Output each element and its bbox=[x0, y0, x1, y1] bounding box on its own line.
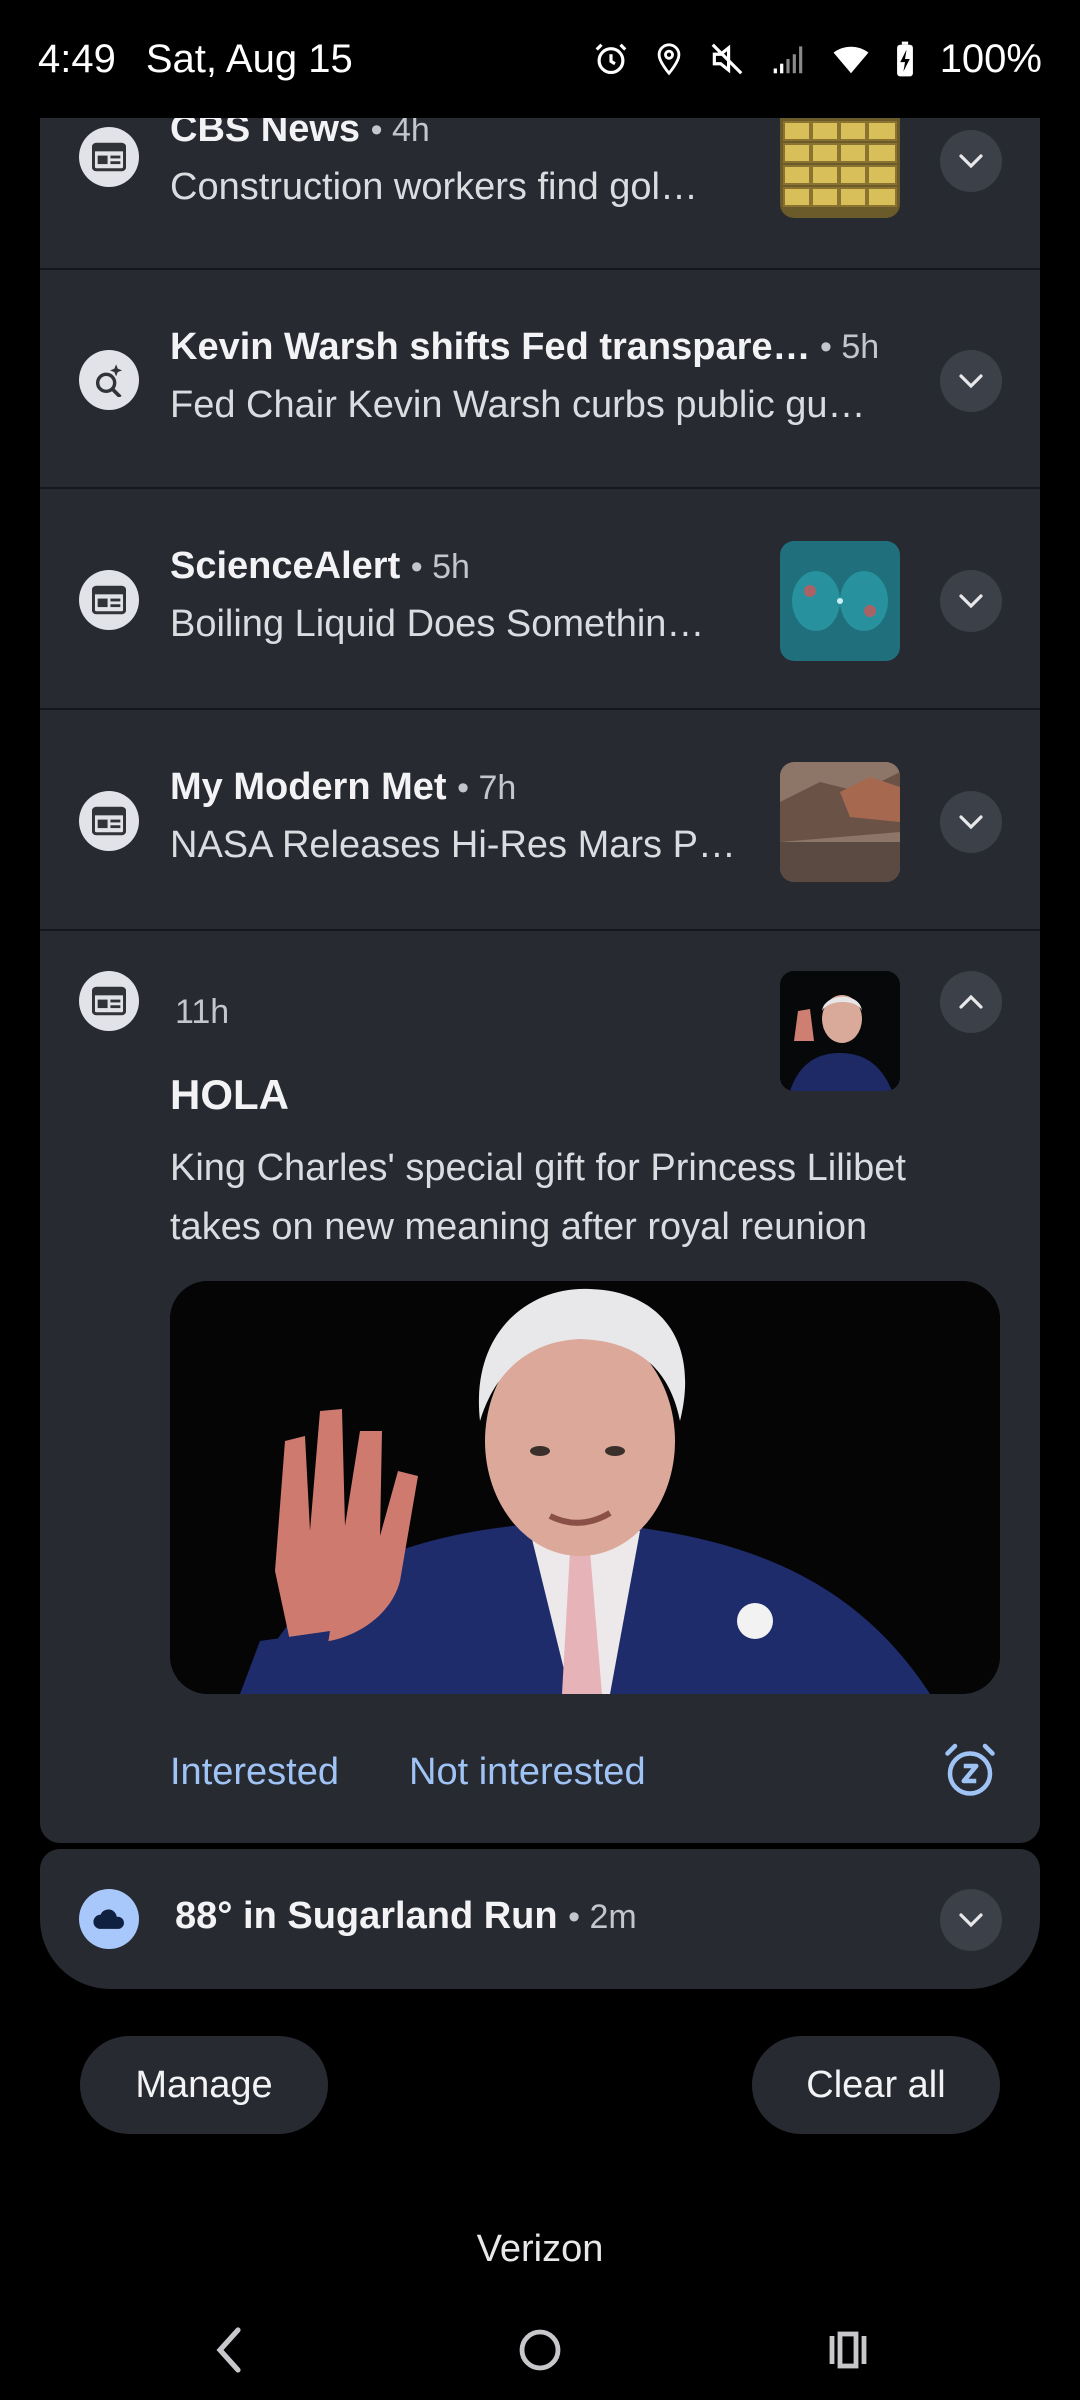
battery-charging-icon bbox=[896, 41, 913, 77]
notification-title-line: My Modern Met • 7h bbox=[170, 766, 516, 809]
location-icon bbox=[657, 43, 681, 76]
chevron-down-icon bbox=[959, 815, 983, 830]
notification-kevin-warsh[interactable]: Kevin Warsh shifts Fed transpare… • 5h F… bbox=[40, 270, 1040, 489]
not-interested-button[interactable]: Not interested bbox=[409, 1751, 646, 1794]
collapse-button[interactable] bbox=[940, 971, 1002, 1033]
clear-all-button[interactable]: Clear all bbox=[752, 2036, 1000, 2134]
wifi-icon bbox=[833, 46, 869, 74]
snooze-icon bbox=[945, 1743, 995, 1796]
notification-title-line: CBS News • 4h bbox=[170, 118, 430, 151]
notification-title-line: Kevin Warsh shifts Fed transpare… • 5h bbox=[170, 326, 879, 369]
signal-icon bbox=[773, 46, 802, 74]
news-icon bbox=[79, 570, 139, 630]
notification-title: CBS News bbox=[170, 118, 361, 150]
news-icon bbox=[79, 971, 139, 1031]
notification-body: King Charles' special gift for Princess … bbox=[170, 1147, 906, 1248]
notification-panel: CBS News • 4h Construction workers find … bbox=[40, 118, 1040, 1989]
gold-bars-thumbnail bbox=[780, 118, 900, 218]
notification-time: • 7h bbox=[457, 769, 517, 807]
expand-button[interactable] bbox=[940, 570, 1002, 632]
mars-landscape-thumbnail bbox=[780, 762, 900, 882]
notification-title: My Modern Met bbox=[170, 766, 447, 808]
home-button[interactable] bbox=[518, 2320, 562, 2385]
expand-button[interactable] bbox=[940, 130, 1002, 192]
carrier-label: Verizon bbox=[476, 2228, 604, 2270]
back-icon bbox=[216, 2327, 241, 2373]
navigation-bar bbox=[0, 2300, 1080, 2400]
notification-title: ScienceAlert bbox=[170, 545, 401, 587]
manage-button[interactable]: Manage bbox=[80, 2036, 328, 2134]
status-date: Sat, Aug 15 bbox=[145, 36, 353, 81]
expand-button[interactable] bbox=[940, 1889, 1002, 1951]
notification-title: HOLA bbox=[170, 1071, 289, 1118]
news-icon bbox=[79, 127, 139, 187]
notification-body: Construction workers find gol… bbox=[170, 166, 698, 208]
search-sparkle-icon bbox=[79, 350, 139, 410]
news-notification-group: CBS News • 4h Construction workers find … bbox=[40, 118, 1040, 1843]
battery-percent: 100% bbox=[939, 36, 1042, 81]
notification-body: NASA Releases Hi-Res Mars P… bbox=[170, 824, 736, 866]
chevron-down-icon bbox=[959, 154, 983, 169]
liquid-droplets-thumbnail bbox=[780, 541, 900, 661]
notification-weather[interactable]: 88° in Sugarland Run • 2m bbox=[40, 1849, 1040, 1989]
interested-button[interactable]: Interested bbox=[170, 1751, 339, 1794]
weather-title: 88° in Sugarland Run bbox=[175, 1895, 558, 1937]
news-icon bbox=[79, 791, 139, 851]
weather-title-line: 88° in Sugarland Run • 2m bbox=[175, 1895, 637, 1938]
chevron-down-icon bbox=[959, 374, 983, 389]
home-icon bbox=[519, 2329, 561, 2371]
notification-body: Fed Chair Kevin Warsh curbs public gu… bbox=[170, 384, 866, 426]
king-thumbnail bbox=[780, 971, 900, 1091]
notification-body: Boiling Liquid Does Somethin… bbox=[170, 603, 705, 645]
notification-cbs-news[interactable]: CBS News • 4h Construction workers find … bbox=[40, 118, 1040, 270]
status-icons: 100% bbox=[592, 37, 1042, 82]
expand-button[interactable] bbox=[940, 791, 1002, 853]
notification-title: Kevin Warsh shifts Fed transpare… bbox=[170, 326, 811, 368]
notification-sciencealert[interactable]: ScienceAlert • 5h Boiling Liquid Does So… bbox=[40, 489, 1040, 710]
notification-time: • 4h bbox=[370, 118, 430, 149]
mute-icon bbox=[711, 43, 743, 75]
weather-time: • 2m bbox=[568, 1898, 637, 1936]
back-button[interactable] bbox=[210, 2320, 250, 2385]
alarm-icon bbox=[595, 43, 627, 75]
notification-time: • 5h bbox=[410, 548, 470, 586]
chevron-down-icon bbox=[959, 594, 983, 609]
notification-hola-expanded[interactable]: 11h HOLA King Charles' special gift for … bbox=[40, 931, 1040, 1843]
expand-button[interactable] bbox=[940, 350, 1002, 412]
snooze-button[interactable] bbox=[940, 1741, 1000, 1801]
king-charles-image bbox=[170, 1281, 1000, 1694]
notification-my-modern-met[interactable]: My Modern Met • 7h NASA Releases Hi-Res … bbox=[40, 710, 1040, 931]
status-bar: 4:49 Sat, Aug 15 100% bbox=[0, 0, 1080, 118]
notification-time: • 5h bbox=[820, 328, 880, 366]
notification-title-line: ScienceAlert • 5h bbox=[170, 545, 470, 588]
notification-time: 11h bbox=[175, 993, 230, 1031]
recents-button[interactable] bbox=[826, 2320, 870, 2385]
status-time: 4:49 bbox=[38, 36, 116, 81]
chevron-down-icon bbox=[959, 1913, 983, 1928]
notification-actions: Interested Not interested bbox=[170, 1751, 646, 1794]
recents-icon bbox=[829, 2331, 867, 2369]
chevron-up-icon bbox=[959, 994, 983, 1009]
cloud-icon bbox=[79, 1889, 139, 1949]
